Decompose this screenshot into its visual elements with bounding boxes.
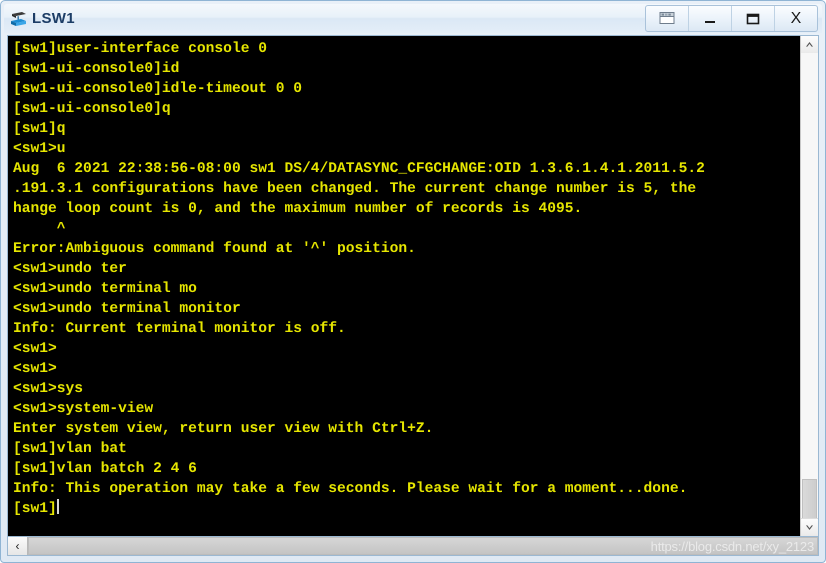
- terminal-line: <sw1>: [13, 341, 57, 357]
- terminal-area: [sw1]user-interface console 0 [sw1-ui-co…: [4, 33, 822, 559]
- terminal-line: Aug 6 2021 22:38:56-08:00 sw1 DS/4/DATAS…: [13, 161, 705, 177]
- terminal-line: .191.3.1 configurations have been change…: [13, 181, 705, 197]
- terminal-line: <sw1>undo terminal mo: [13, 281, 197, 297]
- maximize-button[interactable]: [732, 6, 775, 31]
- window-inner: LSW1 X [sw1]user-interface console 0 [sw…: [4, 4, 822, 559]
- terminal-line: Error:Ambiguous command found at '^' pos…: [13, 241, 416, 257]
- scroll-down-button[interactable]: [801, 518, 818, 536]
- terminal-line: [sw1]q: [13, 121, 66, 137]
- terminal-line: <sw1>system-view: [13, 401, 154, 417]
- terminal-line: [sw1]vlan bat: [13, 441, 127, 457]
- terminal-line: <sw1>: [13, 361, 57, 377]
- terminal-line: hange loop count is 0, and the maximum n…: [13, 201, 583, 217]
- switch-device-icon: [9, 9, 29, 29]
- terminal-line: Info: Current terminal monitor is off.: [13, 321, 346, 337]
- terminal-line: Enter system view, return user view with…: [13, 421, 434, 437]
- terminal-line: [sw1-ui-console0]q: [13, 101, 171, 117]
- terminal-line: [sw1]vlan batch 2 4 6: [13, 461, 197, 477]
- vertical-scrollbar[interactable]: [800, 36, 818, 536]
- text-cursor: [56, 499, 59, 514]
- terminal-prompt-line: [sw1]: [13, 499, 800, 519]
- terminal-frame: [sw1]user-interface console 0 [sw1-ui-co…: [7, 35, 819, 556]
- title-bar[interactable]: LSW1 X: [4, 4, 822, 33]
- terminal-line: [sw1]user-interface console 0: [13, 41, 267, 57]
- terminal-line: <sw1>u: [13, 141, 66, 157]
- horizontal-scroll-thumb[interactable]: [28, 537, 818, 555]
- terminal-line: <sw1>undo ter: [13, 261, 127, 277]
- horizontal-scrollbar[interactable]: ‹ https://blog.csdn.net/xy_2123: [8, 536, 818, 555]
- restore-down-button[interactable]: [646, 6, 689, 31]
- scroll-left-button[interactable]: ‹: [8, 537, 28, 555]
- terminal-line: Info: This operation may take a few seco…: [13, 481, 688, 497]
- close-button[interactable]: X: [775, 6, 817, 31]
- terminal-line: [sw1-ui-console0]id: [13, 61, 180, 77]
- terminal-line: [sw1-ui-console0]idle-timeout 0 0: [13, 81, 303, 97]
- vertical-scroll-track[interactable]: [801, 53, 818, 519]
- window-controls: X: [645, 5, 818, 32]
- window-title: LSW1: [32, 10, 75, 27]
- vertical-scroll-thumb[interactable]: [802, 479, 817, 519]
- terminal-window: LSW1 X [sw1]user-interface console 0 [sw…: [0, 0, 826, 563]
- horizontal-scroll-track[interactable]: https://blog.csdn.net/xy_2123: [28, 537, 818, 555]
- terminal-line: <sw1>undo terminal monitor: [13, 301, 241, 317]
- console-output[interactable]: [sw1]user-interface console 0 [sw1-ui-co…: [8, 36, 800, 536]
- close-icon: X: [790, 9, 802, 27]
- terminal-line: ^: [13, 221, 66, 237]
- terminal-line: <sw1>sys: [13, 381, 84, 397]
- minimize-button[interactable]: [689, 6, 732, 31]
- scroll-up-button[interactable]: [801, 36, 818, 54]
- terminal-prompt: [sw1]: [13, 501, 57, 517]
